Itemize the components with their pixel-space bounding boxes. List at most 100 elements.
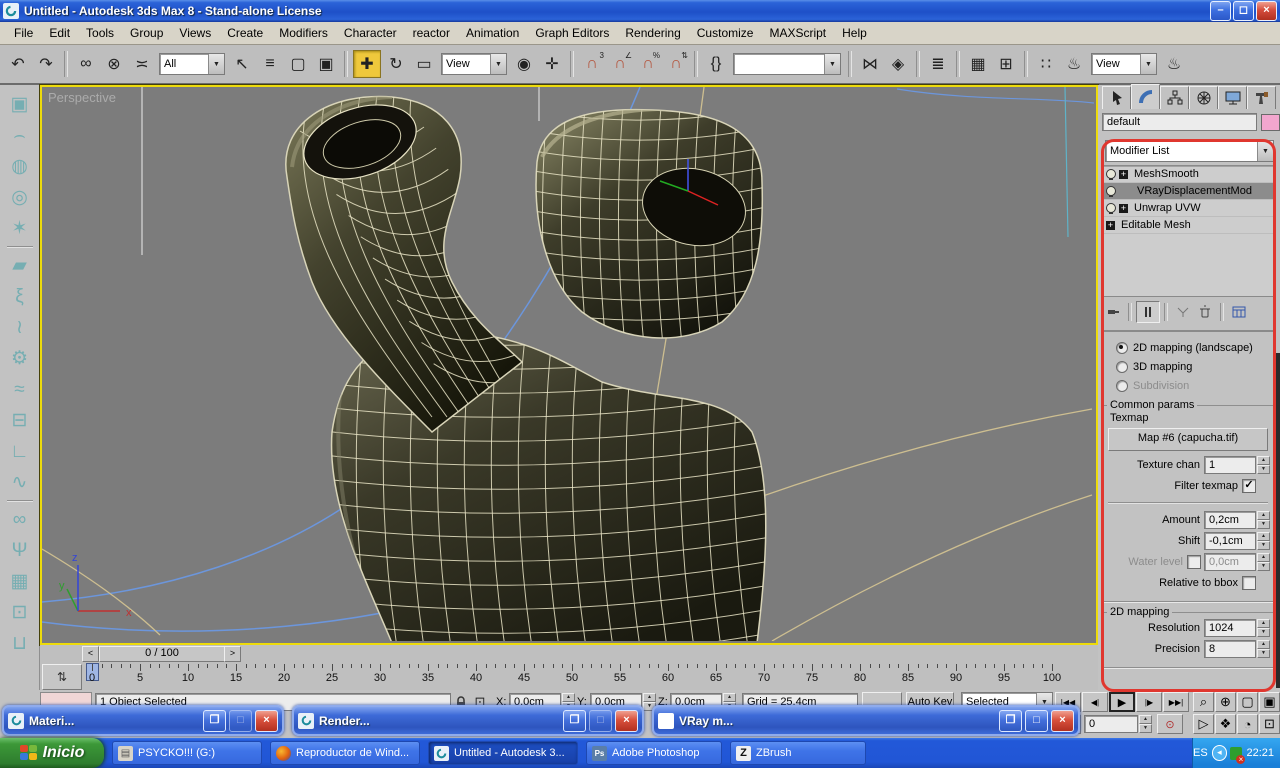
taskbar-button[interactable]: Reproductor de Wind... [270, 741, 420, 765]
water-level-checkbox[interactable] [1187, 555, 1201, 569]
undo-icon[interactable]: ↶ [5, 51, 31, 77]
minimize-button[interactable]: – [1210, 1, 1231, 21]
start-button[interactable]: Inicio [0, 738, 104, 768]
mapping-radio-option[interactable]: 3D mapping [1102, 357, 1274, 376]
menu-graph-editors[interactable]: Graph Editors [527, 23, 617, 43]
maximize-button[interactable]: □ [589, 710, 612, 732]
modifier-list-dropdown[interactable]: Modifier List ▼ [1105, 140, 1274, 162]
rope-collection-icon[interactable]: ◎ [5, 182, 35, 213]
tab-motion[interactable] [1189, 86, 1218, 109]
min-max-toggle-icon[interactable]: ⊡ [1259, 714, 1280, 734]
show-end-result-icon[interactable] [1136, 301, 1160, 323]
viewport-label[interactable]: Perspective [48, 90, 116, 105]
water-level-field[interactable]: 0,0cm [1204, 553, 1256, 571]
zoom-icon[interactable]: ⌕ [1193, 692, 1214, 712]
modifier-stack[interactable]: +MeshSmoothVRayDisplacementMod+Unwrap UV… [1102, 165, 1274, 297]
toy-car-icon[interactable]: ⊟ [5, 405, 35, 436]
constraint-icon[interactable]: ⊡ [5, 597, 35, 628]
restore-button[interactable]: ❐ [563, 710, 586, 732]
restore-button[interactable]: ◻ [1233, 1, 1254, 21]
light-bulb-icon[interactable] [1106, 203, 1116, 213]
amount-spinner[interactable]: ▲▼ [1257, 511, 1270, 529]
menu-file[interactable]: File [6, 23, 41, 43]
modifier-stack-item[interactable]: +Unwrap UVW [1103, 200, 1273, 217]
select-and-scale-icon[interactable]: ▭ [411, 51, 437, 77]
bind-to-space-warp-icon[interactable]: ≍ [129, 51, 155, 77]
soft-body-collection-icon[interactable]: ◍ [5, 151, 35, 182]
use-pivot-point-center-icon[interactable]: ◉ [511, 51, 537, 77]
texmap-button[interactable]: Map #6 (capucha.tif) [1108, 428, 1268, 451]
go-to-end-icon[interactable]: ▶▶| [1163, 692, 1189, 712]
spinner-snap-icon[interactable]: ∩⇅ [663, 51, 689, 77]
plane-icon[interactable]: ▰ [5, 250, 35, 281]
perspective-viewport[interactable]: xyz Perspective [40, 85, 1098, 645]
restore-button[interactable]: ❐ [203, 710, 226, 732]
menu-create[interactable]: Create [219, 23, 271, 43]
chevron-down-icon[interactable]: ▼ [490, 54, 506, 74]
object-name-field[interactable]: default [1102, 113, 1257, 131]
time-slider-button[interactable]: 0 / 100 [99, 646, 225, 662]
damper-icon[interactable]: ≀ [5, 312, 35, 343]
maximize-button[interactable]: □ [1025, 710, 1048, 732]
pin-stack-icon[interactable] [1102, 302, 1124, 322]
modifier-stack-item[interactable]: +Editable Mesh [1103, 217, 1273, 234]
maximize-button[interactable]: □ [229, 710, 252, 732]
select-and-link-icon[interactable]: ∞ [73, 51, 99, 77]
material-editor-icon[interactable]: ∷ [1033, 51, 1059, 77]
minimized-window[interactable]: VRay m...❐□× [652, 705, 1080, 736]
previous-frame-arrow[interactable]: < [82, 646, 99, 662]
angle-snap-icon[interactable]: ∩∠ [607, 51, 633, 77]
light-bulb-icon[interactable] [1106, 186, 1116, 196]
precision-field[interactable]: 8 [1204, 640, 1256, 658]
relative-to-bbox-checkbox[interactable] [1242, 576, 1256, 590]
zoom-extents-icon[interactable]: ▢ [1237, 692, 1258, 712]
menu-customize[interactable]: Customize [689, 23, 762, 43]
close-button[interactable]: × [615, 710, 638, 732]
wind-icon[interactable]: ≈ [5, 374, 35, 405]
time-configuration-icon[interactable]: ⊙ [1157, 714, 1183, 734]
rigid-body-collection-icon[interactable]: ▣ [5, 89, 35, 120]
arc-rotate-icon[interactable]: ◔ [1237, 714, 1258, 734]
minimized-window-title[interactable]: Materi... [29, 714, 200, 728]
menu-help[interactable]: Help [834, 23, 875, 43]
tray-status-icon[interactable] [1230, 747, 1242, 760]
ragdoll-icon[interactable]: Ψ [5, 535, 35, 566]
minimized-window[interactable]: Render...❐□× [292, 705, 644, 736]
resolution-spinner[interactable]: ▲▼ [1257, 619, 1270, 637]
menu-character[interactable]: Character [336, 23, 405, 43]
chevron-down-icon[interactable]: ▼ [208, 54, 224, 74]
edit-named-selections-icon[interactable]: {} [703, 51, 729, 77]
rectangular-selection-icon[interactable]: ▢ [285, 51, 311, 77]
align-icon[interactable]: ◈ [885, 51, 911, 77]
field-of-view-icon[interactable]: ▷ [1193, 714, 1214, 734]
water-level-spinner[interactable]: ▲▼ [1257, 553, 1270, 571]
texture-chan-field[interactable]: 1 [1204, 456, 1256, 474]
tab-modify[interactable] [1131, 84, 1160, 109]
mapping-radio-option[interactable]: 2D mapping (landscape) [1102, 338, 1274, 357]
percent-snap-icon[interactable]: ∩% [635, 51, 661, 77]
select-and-move-icon[interactable]: ✚ [353, 50, 381, 78]
tab-hierarchy[interactable] [1160, 86, 1189, 109]
zoom-extents-all-icon[interactable]: ▣ [1259, 692, 1280, 712]
configure-modifier-sets-icon[interactable] [1228, 302, 1250, 322]
amount-field[interactable]: 0,2cm [1204, 511, 1256, 529]
select-object-icon[interactable]: ↖ [229, 51, 255, 77]
menu-views[interactable]: Views [171, 23, 219, 43]
precision-spinner[interactable]: ▲▼ [1257, 640, 1270, 658]
taskbar-button[interactable]: Untitled - Autodesk 3... [428, 741, 578, 765]
modifier-stack-item[interactable]: +MeshSmooth [1103, 166, 1273, 183]
resolution-field[interactable]: 1024 [1204, 619, 1256, 637]
panel-scrollbar[interactable] [1276, 353, 1280, 688]
shift-field[interactable]: -0,1cm [1204, 532, 1256, 550]
snap-toggle-icon[interactable]: ∩3 [579, 51, 605, 77]
select-by-name-icon[interactable]: ≡ [257, 51, 283, 77]
texture-chan-spinner[interactable]: ▲▼ [1257, 456, 1270, 474]
minimized-window[interactable]: Materi...❐□× [2, 705, 284, 736]
select-and-rotate-icon[interactable]: ↻ [383, 51, 409, 77]
track-bar[interactable]: ⇅ 05101520253035404550556065707580859095… [40, 662, 1098, 691]
close-button[interactable]: × [255, 710, 278, 732]
render-scene-icon[interactable]: ♨ [1061, 51, 1087, 77]
chevron-down-icon[interactable]: ▼ [1257, 141, 1273, 161]
chevron-down-icon[interactable]: ▼ [824, 54, 840, 74]
mapping-radio-option[interactable]: Subdivision [1102, 376, 1274, 395]
